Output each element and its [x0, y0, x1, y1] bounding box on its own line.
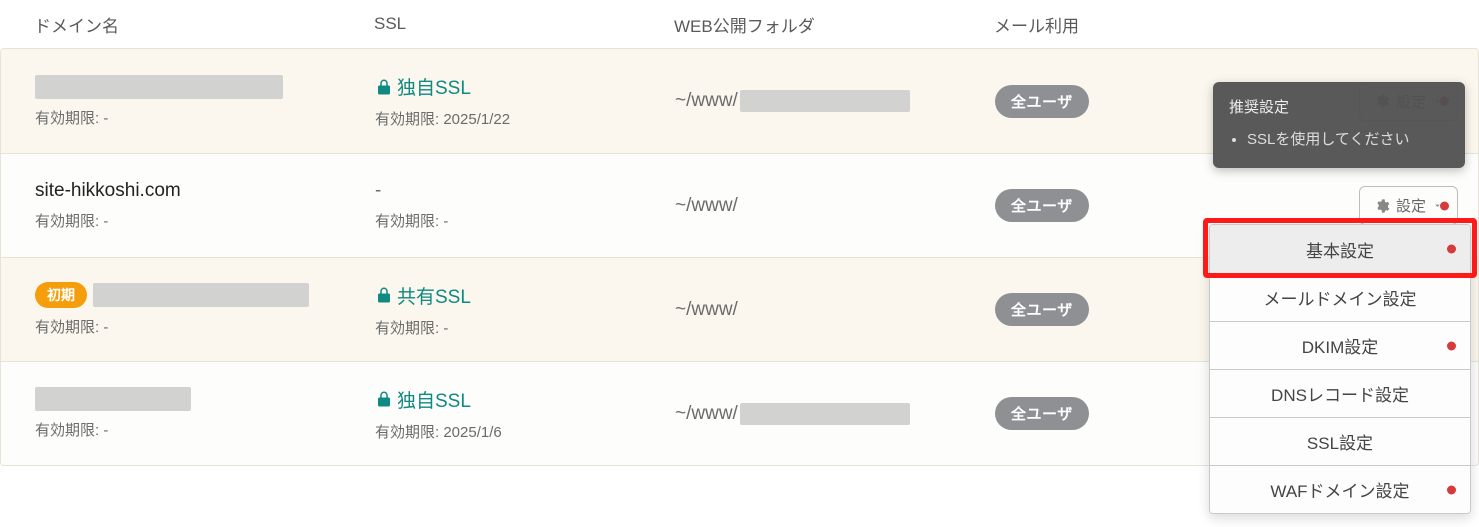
- web-folder: ~/www/: [675, 299, 995, 321]
- cell-domain: 初期有効期限: -: [35, 282, 375, 337]
- dropdown-item-label: DKIM設定: [1302, 333, 1379, 358]
- dropdown-item[interactable]: SSL設定: [1210, 417, 1470, 465]
- domain-name: [35, 387, 375, 411]
- redacted-domain: [93, 283, 309, 307]
- alert-dot-icon: [1440, 201, 1449, 210]
- folder-prefix: ~/www/: [675, 90, 738, 112]
- settings-dropdown[interactable]: 基本設定メールドメイン設定 DKIM設定 DNSレコード設定 SSL設定 WAFドメイン…: [1209, 224, 1471, 514]
- lock-icon: [375, 286, 393, 304]
- dropdown-item-label: メールドメイン設定: [1264, 285, 1417, 310]
- redacted-domain: [35, 75, 283, 99]
- web-folder: ~/www/: [675, 195, 995, 217]
- ssl-type: 共有SSL: [375, 282, 675, 309]
- alert-dot-icon: [1447, 341, 1456, 350]
- table-header: ドメイン名 SSL WEB公開フォルダ メール利用: [0, 0, 1479, 48]
- ssl-expiry: 有効期限: 2025/1/6: [375, 421, 675, 442]
- ssl-type: -: [375, 180, 675, 202]
- cell-ssl: 独自SSL 有効期限: 2025/1/22: [375, 73, 675, 129]
- mail-badge: 全ユーザ: [995, 85, 1089, 118]
- ssl-type-label: 共有SSL: [397, 282, 471, 309]
- cell-ssl: 独自SSL 有効期限: 2025/1/6: [375, 386, 675, 442]
- cell-ssl: 共有SSL 有効期限: -: [375, 282, 675, 338]
- alert-dot-icon: [1447, 485, 1456, 494]
- cell-folder: ~/www/: [675, 90, 995, 112]
- folder-prefix: ~/www/: [675, 195, 738, 217]
- settings-button[interactable]: 設定: [1359, 186, 1458, 225]
- cell-folder: ~/www/: [675, 195, 995, 217]
- tooltip-title: 推奨設定: [1229, 96, 1449, 120]
- cell-folder: ~/www/: [675, 299, 995, 321]
- cell-folder: ~/www/: [675, 403, 995, 425]
- folder-prefix: ~/www/: [675, 299, 738, 321]
- initial-badge: 初期: [35, 282, 87, 308]
- mail-badge: 全ユーザ: [995, 189, 1089, 222]
- cell-ssl: - 有効期限: -: [375, 180, 675, 231]
- tooltip-item: SSLを使用してください: [1247, 128, 1449, 152]
- dropdown-item-label: DNSレコード設定: [1271, 381, 1409, 406]
- ssl-type: 独自SSL: [375, 386, 675, 413]
- cell-domain: 有効期限: -: [35, 75, 375, 128]
- col-mail: メール利用: [994, 12, 1459, 37]
- recommended-settings-tooltip: 推奨設定 SSLを使用してください: [1213, 82, 1465, 168]
- domain-name: [35, 75, 375, 99]
- dropdown-item-label: SSL設定: [1307, 429, 1373, 454]
- ssl-expiry: 有効期限: 2025/1/22: [375, 108, 675, 129]
- cell-mail: 全ユーザ 設定: [995, 186, 1458, 225]
- web-folder: ~/www/: [675, 403, 995, 425]
- cell-domain: 有効期限: -: [35, 387, 375, 440]
- domain-expiry: 有効期限: -: [35, 210, 375, 231]
- dropdown-item-label: 基本設定: [1306, 237, 1374, 262]
- col-folder: WEB公開フォルダ: [674, 12, 994, 37]
- mail-badge: 全ユーザ: [995, 293, 1089, 326]
- folder-prefix: ~/www/: [675, 403, 738, 425]
- dropdown-item[interactable]: 基本設定: [1210, 225, 1470, 273]
- dropdown-item-label: WAFドメイン設定: [1270, 477, 1409, 502]
- col-domain: ドメイン名: [34, 12, 374, 37]
- lock-icon: [375, 390, 393, 408]
- ssl-type: 独自SSL: [375, 73, 675, 100]
- domain-expiry: 有効期限: -: [35, 316, 375, 337]
- domain-text: site-hikkoshi.com: [35, 180, 181, 202]
- cell-domain: site-hikkoshi.com 有効期限: -: [35, 180, 375, 231]
- page-root: ドメイン名 SSL WEB公開フォルダ メール利用 有効期限: - 独自SSL 有効…: [0, 0, 1479, 466]
- web-folder: ~/www/: [675, 90, 995, 112]
- domain-expiry: 有効期限: -: [35, 419, 375, 440]
- ssl-type-label: 独自SSL: [397, 386, 471, 413]
- domain-name: 初期: [35, 282, 375, 308]
- redacted-domain: [35, 387, 191, 411]
- alert-dot-icon: [1447, 245, 1456, 254]
- ssl-expiry: 有効期限: -: [375, 210, 675, 231]
- dropdown-item[interactable]: DKIM設定: [1210, 321, 1470, 369]
- col-ssl: SSL: [374, 14, 674, 34]
- domain-expiry: 有効期限: -: [35, 107, 375, 128]
- lock-icon: [375, 78, 393, 96]
- ssl-expiry: 有効期限: -: [375, 317, 675, 338]
- tooltip-list: SSLを使用してください: [1229, 128, 1449, 152]
- redacted-folder: [740, 90, 910, 112]
- dropdown-item[interactable]: メールドメイン設定: [1210, 273, 1470, 321]
- gear-icon: [1374, 198, 1390, 214]
- settings-label: 設定: [1396, 195, 1426, 216]
- ssl-type-label: 独自SSL: [397, 73, 471, 100]
- dropdown-item[interactable]: DNSレコード設定: [1210, 369, 1470, 417]
- redacted-folder: [740, 403, 910, 425]
- domain-name: site-hikkoshi.com: [35, 180, 375, 202]
- mail-badge: 全ユーザ: [995, 397, 1089, 430]
- dropdown-item[interactable]: WAFドメイン設定: [1210, 465, 1470, 513]
